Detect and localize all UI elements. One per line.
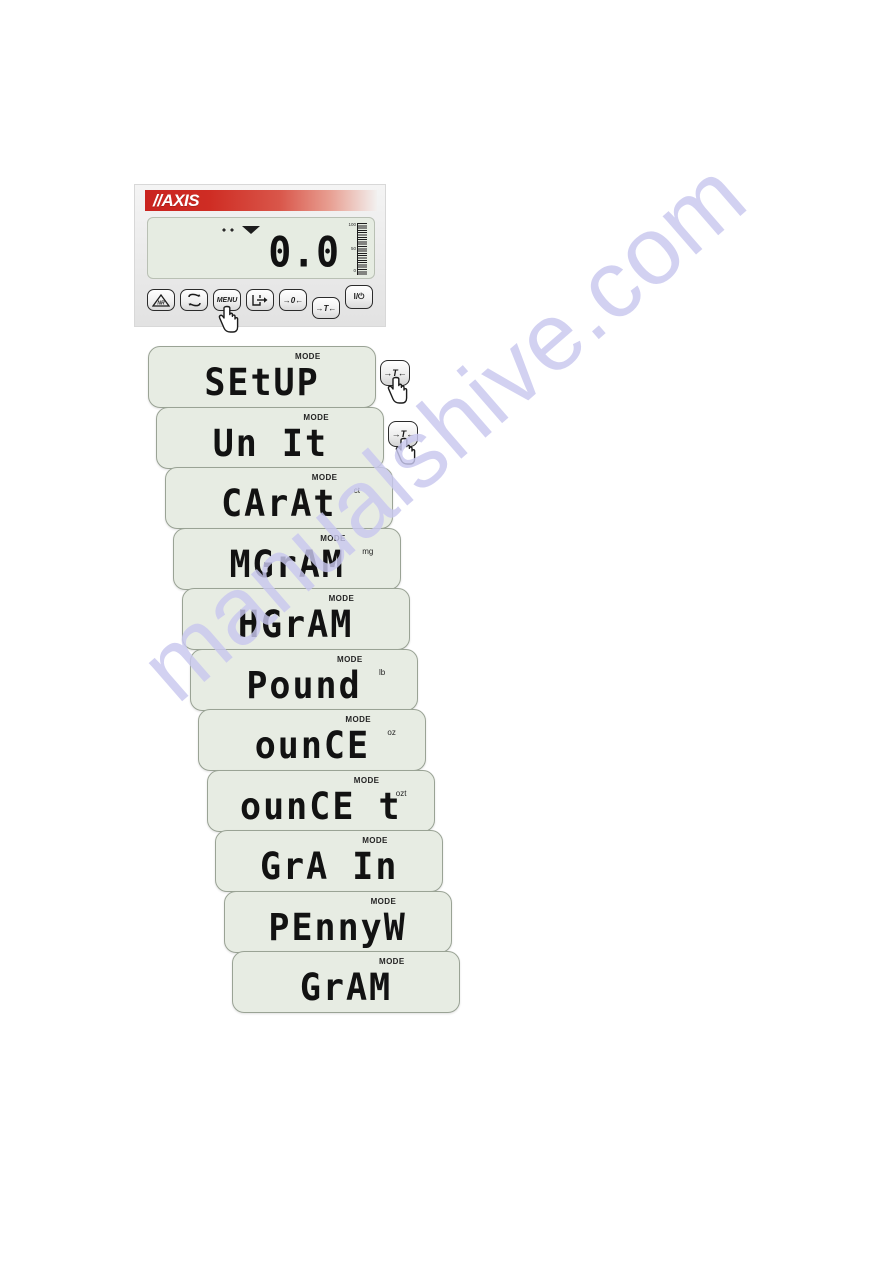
- mode-annunciator: MODE: [320, 533, 346, 543]
- tare-key-label: →T←: [383, 368, 407, 378]
- tare-key[interactable]: →T←: [388, 420, 419, 447]
- menu-key-label: MENU: [216, 296, 238, 304]
- svg-text:NR: NR: [157, 300, 165, 306]
- mode-annunciator: MODE: [370, 896, 397, 906]
- bargraph-label-50: 50: [350, 246, 356, 251]
- lcd-step-panel: MODE CArAt ct: [164, 467, 393, 529]
- lcd-step-text: GrA In: [259, 845, 399, 889]
- scale-terminal: //AXIS 0.0 100 50 0 NR MENU →0← →T← I/⏻: [134, 184, 386, 333]
- swap-key[interactable]: [180, 289, 208, 311]
- weight-triangle-icon: [242, 226, 260, 234]
- mode-annunciator: MODE: [303, 412, 329, 422]
- print-arrow-icon: [252, 295, 268, 306]
- swap-arrows-icon: [187, 293, 201, 307]
- lcd-step-text: HGrAM: [237, 603, 354, 647]
- mode-annunciator: MODE: [337, 654, 363, 664]
- lcd-step-panel: MODE GrAM: [232, 951, 460, 1013]
- lcd-step-text: GrAM: [299, 966, 393, 1010]
- zero-key-label: →0←: [282, 295, 304, 305]
- nr-key[interactable]: NR: [147, 289, 175, 311]
- lcd-step-text: Un It: [212, 421, 329, 466]
- lcd-step-panel: MODE MGrAM mg: [173, 527, 402, 590]
- mode-annunciator: MODE: [353, 775, 380, 785]
- keypad: NR MENU →0← →T← I/⏻: [147, 285, 379, 333]
- annunciator-group: [222, 226, 260, 234]
- lcd-step-text: SEtUP: [204, 361, 320, 405]
- tare-key-label: →T←: [391, 428, 416, 439]
- print-key[interactable]: [246, 289, 274, 311]
- power-key-label: I/⏻: [353, 292, 365, 301]
- axis-logo: //AXIS: [153, 191, 200, 210]
- triangle-nr-icon: NR: [152, 293, 170, 307]
- unit-annunciator: ct: [353, 486, 361, 495]
- main-lcd-display: 0.0 100 50 0: [147, 217, 375, 279]
- bargraph-label-0: 0: [353, 268, 356, 273]
- lcd-step-panel: MODE ounCE t ozt: [206, 769, 435, 832]
- weight-readout: 0.0: [268, 227, 340, 277]
- lcd-step-text: PEnnyW: [268, 905, 407, 950]
- unit-annunciator: ozt: [395, 788, 407, 798]
- zero-dot-icon: [230, 228, 234, 232]
- tare-key-label: →T←: [315, 303, 337, 313]
- lcd-step-panel: MODE Un It: [156, 406, 385, 469]
- unit-annunciator: lb: [379, 667, 386, 677]
- lcd-step-panel: MODE ounCE oz: [198, 709, 427, 771]
- capacity-bargraph: 100 50 0: [343, 222, 367, 275]
- lcd-step-panel: MODE PEnnyW: [223, 890, 452, 953]
- lcd-step-panel: MODE HGrAM: [181, 588, 410, 650]
- bargraph-label-100: 100: [348, 222, 356, 227]
- tare-key[interactable]: →T←: [312, 297, 340, 319]
- tare-key[interactable]: →T←: [380, 360, 410, 386]
- lcd-step-panel: MODE GrA In: [215, 830, 444, 892]
- brand-bar: //AXIS: [145, 190, 377, 211]
- unit-annunciator: oz: [387, 728, 396, 737]
- zero-key[interactable]: →0←: [279, 289, 307, 311]
- bargraph-scale-icon: [357, 223, 367, 275]
- lcd-step-panel: MODE SEtUP: [148, 346, 376, 408]
- unit-annunciator: mg: [362, 546, 374, 556]
- menu-key[interactable]: MENU: [213, 289, 241, 311]
- stability-dot-icon: [222, 228, 226, 232]
- power-key[interactable]: I/⏻: [345, 285, 373, 309]
- lcd-step-panel: MODE Pound lb: [190, 648, 418, 711]
